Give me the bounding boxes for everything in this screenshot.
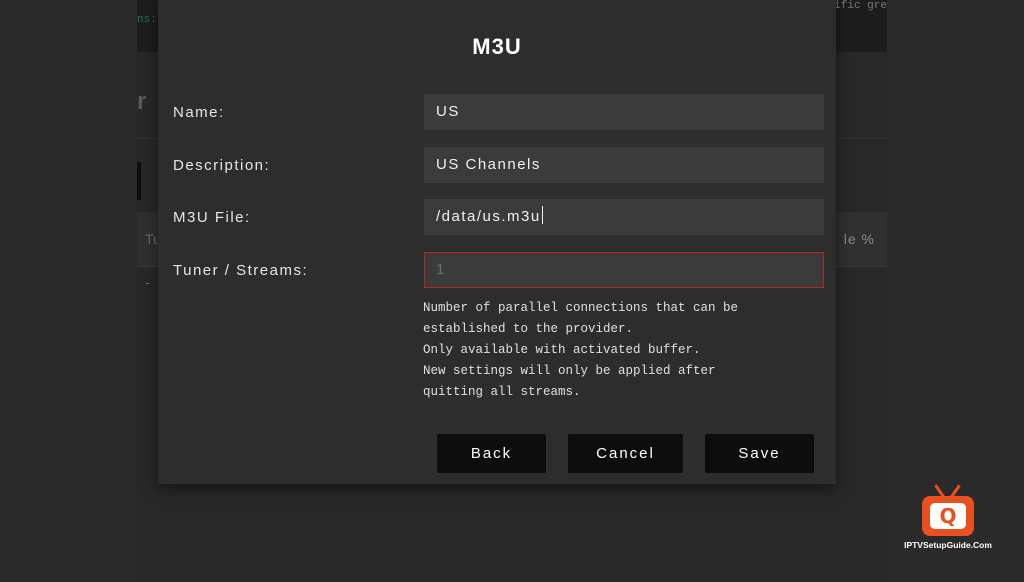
background-page-title: r <box>137 88 147 115</box>
help-line: Only available with activated buffer. <box>423 343 701 357</box>
tv-screen: Q <box>930 503 966 529</box>
background-column-right: le % <box>843 231 875 247</box>
watermark-text: IPTVSetupGuide.Com <box>904 540 992 550</box>
tuner-streams-label: Tuner / Streams: <box>173 262 309 279</box>
back-button[interactable]: Back <box>437 434 546 473</box>
help-line: New settings will only be applied after <box>423 364 716 378</box>
m3u-file-input-value: /data/us.m3u <box>436 208 541 225</box>
tv-magnifier-icon: Q <box>922 496 974 536</box>
magnifier-glyph: Q <box>939 504 957 528</box>
tuner-streams-help-text: Number of parallel connections that can … <box>423 298 823 403</box>
name-input-value: US <box>436 103 460 120</box>
dialog-title: M3U <box>472 34 522 59</box>
help-line: Number of parallel connections that can … <box>423 301 739 315</box>
background-button-edge <box>137 162 141 200</box>
m3u-file-label: M3U File: <box>173 209 251 226</box>
text-caret <box>541 206 543 224</box>
background-topbar-right-text: cific gre <box>827 0 887 12</box>
background-table-cell: - <box>145 274 150 290</box>
cancel-button[interactable]: Cancel <box>568 434 683 473</box>
help-line: quitting all streams. <box>423 385 581 399</box>
name-label: Name: <box>173 104 225 121</box>
m3u-file-input[interactable]: /data/us.m3u <box>424 199 824 235</box>
tuner-streams-placeholder: 1 <box>436 261 446 278</box>
background-topbar-left-text: ns: <box>137 14 157 26</box>
save-button[interactable]: Save <box>705 434 814 473</box>
tuner-streams-input[interactable]: 1 <box>424 252 824 288</box>
watermark-logo: Q IPTVSetupGuide.Com <box>902 484 994 554</box>
name-input[interactable]: US <box>424 94 824 130</box>
description-label: Description: <box>173 157 271 174</box>
description-input[interactable]: US Channels <box>424 147 824 183</box>
help-line: established to the provider. <box>423 322 634 336</box>
description-input-value: US Channels <box>436 156 541 173</box>
m3u-dialog: M3U Name: US Description: US Channels M3… <box>158 0 836 484</box>
